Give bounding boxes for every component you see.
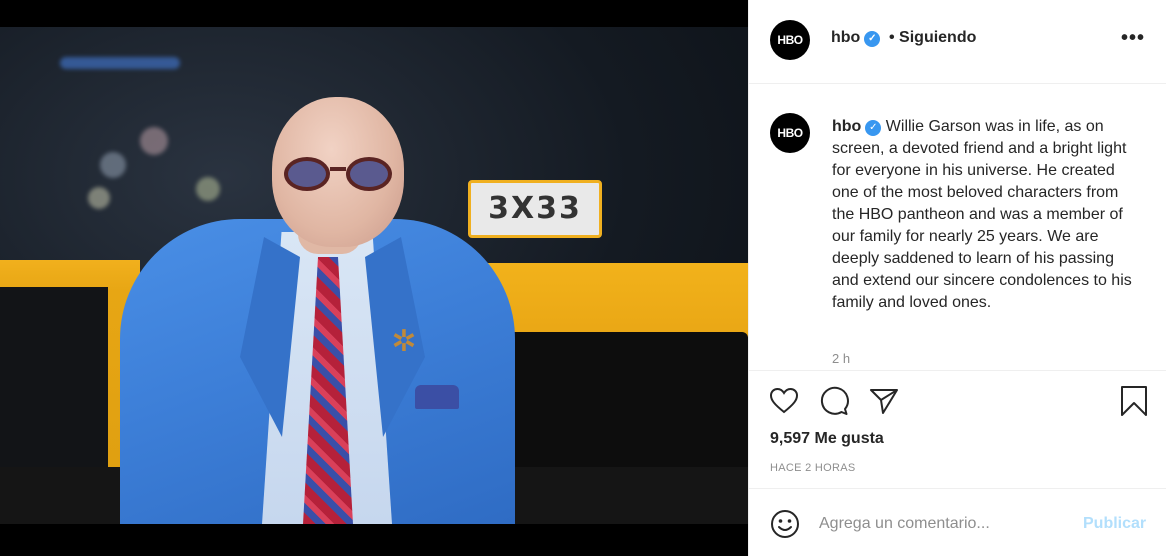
likes-count[interactable]: 9,597 Me gusta (770, 430, 884, 448)
brooch-icon: ✲ (391, 325, 417, 358)
comment-icon[interactable] (818, 385, 850, 417)
post-photo[interactable]: 3X33 ✲ (0, 27, 748, 524)
bokeh-light (196, 177, 220, 201)
post-timestamp[interactable]: HACE 2 HORAS (770, 462, 856, 474)
comment-bar: Publicar (749, 488, 1166, 556)
verified-badge-icon: ✓ (865, 120, 882, 136)
username-link[interactable]: hbo ✓ (831, 29, 881, 47)
bokeh-light (100, 152, 126, 178)
publish-button[interactable]: Publicar (1083, 515, 1146, 533)
avatar[interactable]: HBO (770, 20, 810, 60)
taxi-window (0, 287, 108, 475)
post-header: HBO hbo ✓ • Siguiendo ••• (749, 0, 1166, 84)
more-options-icon[interactable]: ••• (1121, 28, 1145, 48)
sunglasses (280, 157, 396, 191)
heart-icon[interactable] (768, 385, 800, 417)
share-icon[interactable] (868, 385, 900, 417)
bokeh-light (140, 127, 168, 155)
smiley-icon[interactable] (769, 508, 801, 540)
comment-input[interactable] (819, 511, 1069, 537)
action-bar: 9,597 Me gusta HACE 2 HORAS (749, 370, 1166, 488)
verified-badge-icon: ✓ (864, 31, 881, 47)
caption-username[interactable]: hbo (832, 118, 861, 135)
taxi-sign: 3X33 (468, 180, 602, 238)
post-side-panel: HBO hbo ✓ • Siguiendo ••• HBO hbo ✓ Willie… (748, 0, 1166, 556)
bookmark-icon[interactable] (1118, 385, 1150, 417)
caption: hbo ✓ Willie Garson was in life, as on sc… (832, 116, 1132, 314)
bokeh-light (88, 187, 110, 209)
username[interactable]: hbo (831, 29, 860, 46)
bokeh-light (60, 57, 180, 69)
caption-area: HBO hbo ✓ Willie Garson was in life, as o… (749, 85, 1166, 370)
pocket-square (415, 385, 459, 409)
caption-text: Willie Garson was in life, as on screen,… (832, 118, 1132, 311)
post-modal: 3X33 ✲ HBO hbo ✓ • Siguiendo ••• HBO hbo… (0, 0, 1166, 556)
avatar[interactable]: HBO (770, 113, 810, 153)
following-button[interactable]: • Siguiendo (889, 29, 976, 47)
caption-time[interactable]: 2 h (832, 351, 850, 366)
